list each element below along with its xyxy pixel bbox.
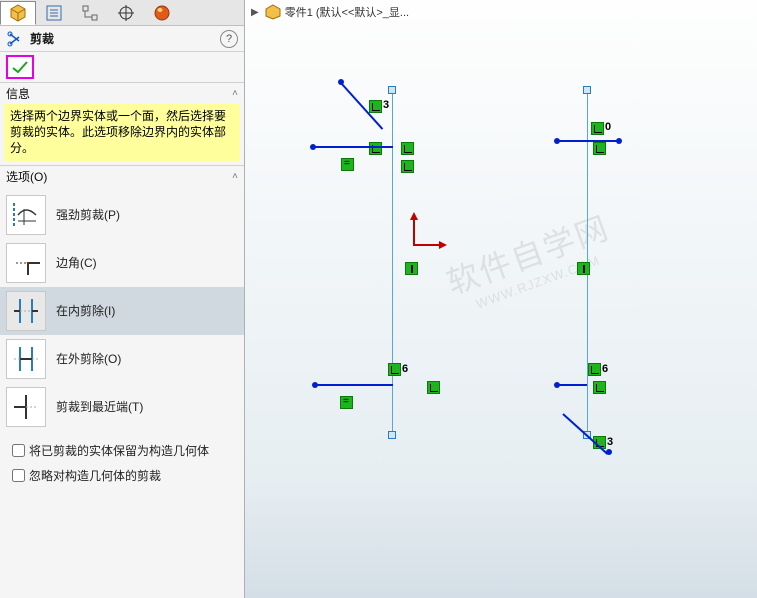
section-options-label: 选项(O) [6,168,47,185]
option-power-trim[interactable]: 强劲剪裁(P) [0,191,244,239]
chevron-up-icon: ˄ [232,171,238,182]
check-keep-construction-box[interactable] [12,444,25,457]
corner-icon [6,243,46,283]
check-icon [11,59,29,75]
option-label: 强劲剪裁(P) [56,206,120,223]
constraint-perp-icon [427,381,440,394]
trim-options-list: 强劲剪裁(P) 边角(C) 在内剪除(I) 在外剪除(O) [0,187,244,435]
option-label: 在内剪除(I) [56,302,115,319]
chevron-up-icon: ˄ [232,88,238,99]
line-endpoint [388,431,396,439]
boundary-line [313,146,393,148]
boundary-end [554,138,560,144]
trim-nearest-icon [6,387,46,427]
panel-tabstrip [0,0,244,26]
line-endpoint [388,86,396,94]
tree-icon [81,4,99,22]
property-panel: 剪裁 ? 信息 ˄ 选择两个边界实体或一个面，然后选择要剪裁的实体。此选项移除边… [0,0,245,598]
option-checks: 将已剪裁的实体保留为构造几何体 忽略对构造几何体的剪裁 [0,435,244,497]
constraint-perp-icon [588,363,601,376]
check-ignore-construction-box[interactable] [12,469,25,482]
help-icon[interactable]: ? [220,30,238,48]
tab-tree[interactable] [72,1,108,25]
tab-feature[interactable] [0,1,36,25]
constraint-eq-icon [340,396,353,409]
constraint-perp-icon [401,160,414,173]
scissors-icon [6,31,26,47]
boundary-end [554,382,560,388]
option-trim-inside[interactable]: 在内剪除(I) [0,287,244,335]
constraint-eq-icon [341,158,354,171]
option-label: 边角(C) [56,254,97,271]
constraint-label: 0 [605,121,611,133]
check-label: 将已剪裁的实体保留为构造几何体 [29,442,209,459]
constraint-perp-icon [593,381,606,394]
boundary-end [606,449,612,455]
ok-button[interactable] [6,55,34,79]
feature-title: 剪裁 [30,30,220,47]
feature-titlebar: 剪裁 ? [0,26,244,52]
constraint-vert-icon [577,262,590,275]
section-info-label: 信息 [6,85,30,102]
constraint-label: 6 [402,363,408,375]
section-options-header[interactable]: 选项(O) ˄ [0,165,244,187]
check-ignore-construction[interactable]: 忽略对构造几何体的剪裁 [8,466,236,485]
info-text: 选择两个边界实体或一个面，然后选择要剪裁的实体。此选项移除边界内的实体部分。 [4,104,240,161]
option-label: 在外剪除(O) [56,350,121,367]
constraint-perp-icon [369,100,382,113]
constraint-perp-icon [388,363,401,376]
sketch-overlay: 3 6 0 6 3 [245,0,757,598]
constraint-perp-icon [593,142,606,155]
boundary-line [557,384,587,386]
graphics-viewport[interactable]: ▶ 零件1 (默认<<默认>_显... 软件自学网 WWW.RJZXW.COM … [245,0,757,598]
tab-appearance[interactable] [144,1,180,25]
sphere-icon [153,4,171,22]
list-icon [45,4,63,22]
tab-target[interactable] [108,1,144,25]
tab-list[interactable] [36,1,72,25]
option-trim-outside[interactable]: 在外剪除(O) [0,335,244,383]
constraint-perp-icon [591,122,604,135]
boundary-end [310,144,316,150]
trim-outside-icon [6,339,46,379]
confirm-row [0,52,244,82]
check-keep-construction[interactable]: 将已剪裁的实体保留为构造几何体 [8,441,236,460]
constraint-perp-icon [369,142,382,155]
section-info-header[interactable]: 信息 ˄ [0,82,244,104]
constraint-label: 3 [383,99,389,111]
constraint-label: 6 [602,363,608,375]
constraint-vert-icon [405,262,418,275]
trim-inside-icon [6,291,46,331]
constraint-label: 3 [607,436,613,448]
line-endpoint [583,86,591,94]
option-trim-nearest[interactable]: 剪裁到最近端(T) [0,383,244,431]
power-trim-icon [6,195,46,235]
check-label: 忽略对构造几何体的剪裁 [29,467,161,484]
cube-icon [9,4,27,22]
constraint-perp-icon [401,142,414,155]
boundary-end [338,79,344,85]
boundary-line [562,413,608,455]
option-corner[interactable]: 边角(C) [0,239,244,287]
option-label: 剪裁到最近端(T) [56,398,143,415]
boundary-line [557,140,619,142]
boundary-line [315,384,393,386]
boundary-end [616,138,622,144]
target-icon [117,4,135,22]
boundary-end [312,382,318,388]
